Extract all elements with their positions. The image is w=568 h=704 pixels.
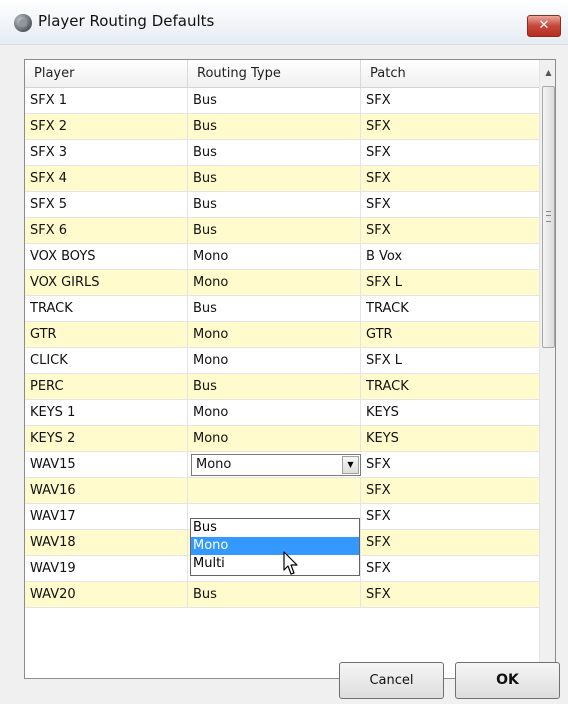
patch-cell[interactable]: KEYS bbox=[361, 400, 539, 425]
vertical-scrollbar[interactable]: ▲ ▼ bbox=[539, 60, 555, 678]
patch-cell[interactable]: SFX bbox=[361, 88, 539, 113]
patch-cell[interactable]: SFX bbox=[361, 192, 539, 217]
routing-type-cell[interactable]: Mono bbox=[188, 400, 361, 425]
table-row[interactable]: SFX 2 Bus SFX bbox=[25, 114, 539, 140]
patch-cell[interactable]: SFX bbox=[361, 530, 539, 555]
patch-cell[interactable]: GTR bbox=[361, 322, 539, 347]
routing-type-cell[interactable]: Bus bbox=[188, 166, 361, 191]
player-cell[interactable]: KEYS 1 bbox=[25, 400, 188, 425]
table-row[interactable]: WAV20 Bus SFX bbox=[25, 582, 539, 608]
patch-cell[interactable]: SFX L bbox=[361, 348, 539, 373]
routing-type-cell[interactable]: Bus bbox=[188, 218, 361, 243]
patch-cell[interactable]: TRACK bbox=[361, 374, 539, 399]
table-row[interactable]: CLICK Mono SFX L bbox=[25, 348, 539, 374]
player-cell[interactable]: WAV18 bbox=[25, 530, 188, 555]
table-row[interactable]: SFX 1 Bus SFX bbox=[25, 88, 539, 114]
table-row[interactable]: WAV16 SFX bbox=[25, 478, 539, 504]
routing-type-cell[interactable] bbox=[188, 478, 361, 503]
patch-cell[interactable]: SFX bbox=[361, 166, 539, 191]
grid-header: Player Routing Type Patch bbox=[25, 60, 539, 88]
column-header-player[interactable]: Player bbox=[25, 60, 188, 87]
grip-icon bbox=[546, 211, 551, 222]
table-row[interactable]: SFX 4 Bus SFX bbox=[25, 166, 539, 192]
player-cell[interactable]: SFX 1 bbox=[25, 88, 188, 113]
cancel-button[interactable]: Cancel bbox=[339, 662, 444, 699]
patch-cell[interactable]: TRACK bbox=[361, 296, 539, 321]
routing-type-cell[interactable]: Bus bbox=[188, 192, 361, 217]
routing-type-dropdown-list[interactable]: Bus Mono Multi bbox=[190, 518, 360, 576]
column-header-routing-type[interactable]: Routing Type bbox=[188, 60, 361, 87]
player-cell[interactable]: WAV19 bbox=[25, 556, 188, 581]
dropdown-option-bus[interactable]: Bus bbox=[191, 519, 359, 537]
patch-cell[interactable]: KEYS bbox=[361, 426, 539, 451]
player-cell[interactable]: SFX 4 bbox=[25, 166, 188, 191]
table-row[interactable]: WAV15 Mono ▼ SFX bbox=[25, 452, 539, 478]
close-button[interactable]: ✕ bbox=[527, 15, 561, 37]
patch-cell[interactable]: SFX bbox=[361, 218, 539, 243]
routing-type-cell[interactable]: Mono bbox=[188, 322, 361, 347]
table-row[interactable]: VOX GIRLS Mono SFX L bbox=[25, 270, 539, 296]
player-cell[interactable]: CLICK bbox=[25, 348, 188, 373]
patch-cell[interactable]: B Vox bbox=[361, 244, 539, 269]
routing-type-cell[interactable]: Bus bbox=[188, 140, 361, 165]
dropdown-arrow-icon[interactable]: ▼ bbox=[342, 456, 359, 474]
player-cell[interactable]: PERC bbox=[25, 374, 188, 399]
patch-cell[interactable]: SFX bbox=[361, 452, 539, 477]
player-cell[interactable]: VOX BOYS bbox=[25, 244, 188, 269]
scroll-up-icon[interactable]: ▲ bbox=[540, 64, 555, 81]
player-cell[interactable]: SFX 2 bbox=[25, 114, 188, 139]
player-cell[interactable]: KEYS 2 bbox=[25, 426, 188, 451]
player-cell[interactable]: SFX 5 bbox=[25, 192, 188, 217]
player-cell[interactable]: TRACK bbox=[25, 296, 188, 321]
routing-type-cell[interactable]: Bus bbox=[188, 296, 361, 321]
routing-type-cell[interactable]: Mono bbox=[188, 348, 361, 373]
table-row[interactable]: SFX 3 Bus SFX bbox=[25, 140, 539, 166]
dropdown-option-mono[interactable]: Mono bbox=[191, 537, 359, 555]
dropdown-option-multi[interactable]: Multi bbox=[191, 555, 359, 573]
table-row[interactable]: PERC Bus TRACK bbox=[25, 374, 539, 400]
player-cell[interactable]: SFX 6 bbox=[25, 218, 188, 243]
player-cell[interactable]: WAV20 bbox=[25, 582, 188, 607]
window-title: Player Routing Defaults bbox=[38, 12, 215, 30]
patch-cell[interactable]: SFX bbox=[361, 582, 539, 607]
routing-type-cell[interactable]: Bus bbox=[188, 88, 361, 113]
routing-type-cell[interactable]: Mono bbox=[188, 244, 361, 269]
player-cell[interactable]: WAV15 bbox=[25, 452, 188, 477]
patch-cell[interactable]: SFX bbox=[361, 504, 539, 529]
table-row[interactable]: TRACK Bus TRACK bbox=[25, 296, 539, 322]
routing-type-cell[interactable]: Bus bbox=[188, 114, 361, 139]
patch-cell[interactable]: SFX bbox=[361, 556, 539, 581]
combobox-value: Mono bbox=[196, 457, 232, 472]
app-icon bbox=[14, 14, 32, 32]
player-cell[interactable]: GTR bbox=[25, 322, 188, 347]
mouse-pointer-icon bbox=[283, 551, 298, 575]
ok-button[interactable]: OK bbox=[455, 662, 560, 699]
table-row[interactable]: KEYS 1 Mono KEYS bbox=[25, 400, 539, 426]
routing-type-cell[interactable]: Mono bbox=[188, 426, 361, 451]
table-row[interactable]: SFX 5 Bus SFX bbox=[25, 192, 539, 218]
patch-cell[interactable]: SFX bbox=[361, 478, 539, 503]
player-cell[interactable]: VOX GIRLS bbox=[25, 270, 188, 295]
table-row[interactable]: VOX BOYS Mono B Vox bbox=[25, 244, 539, 270]
routing-type-cell[interactable]: Mono bbox=[188, 270, 361, 295]
patch-cell[interactable]: SFX bbox=[361, 140, 539, 165]
patch-cell[interactable]: SFX L bbox=[361, 270, 539, 295]
routing-grid: Player Routing Type Patch SFX 1 Bus SFX SFX… bbox=[24, 59, 556, 679]
column-header-patch[interactable]: Patch bbox=[361, 60, 539, 87]
table-row[interactable]: GTR Mono GTR bbox=[25, 322, 539, 348]
dialog-window: Player Routing Defaults ✕ Player Routing… bbox=[0, 0, 568, 704]
scrollbar-thumb[interactable] bbox=[542, 86, 555, 348]
player-cell[interactable]: SFX 3 bbox=[25, 140, 188, 165]
patch-cell[interactable]: SFX bbox=[361, 114, 539, 139]
routing-type-combobox[interactable]: Mono ▼ bbox=[191, 454, 361, 476]
table-row[interactable]: SFX 6 Bus SFX bbox=[25, 218, 539, 244]
title-bar[interactable]: Player Routing Defaults ✕ bbox=[0, 0, 568, 45]
routing-type-cell[interactable]: Bus bbox=[188, 582, 361, 607]
player-cell[interactable]: WAV16 bbox=[25, 478, 188, 503]
table-row[interactable]: KEYS 2 Mono KEYS bbox=[25, 426, 539, 452]
routing-type-cell[interactable]: Bus bbox=[188, 374, 361, 399]
player-cell[interactable]: WAV17 bbox=[25, 504, 188, 529]
